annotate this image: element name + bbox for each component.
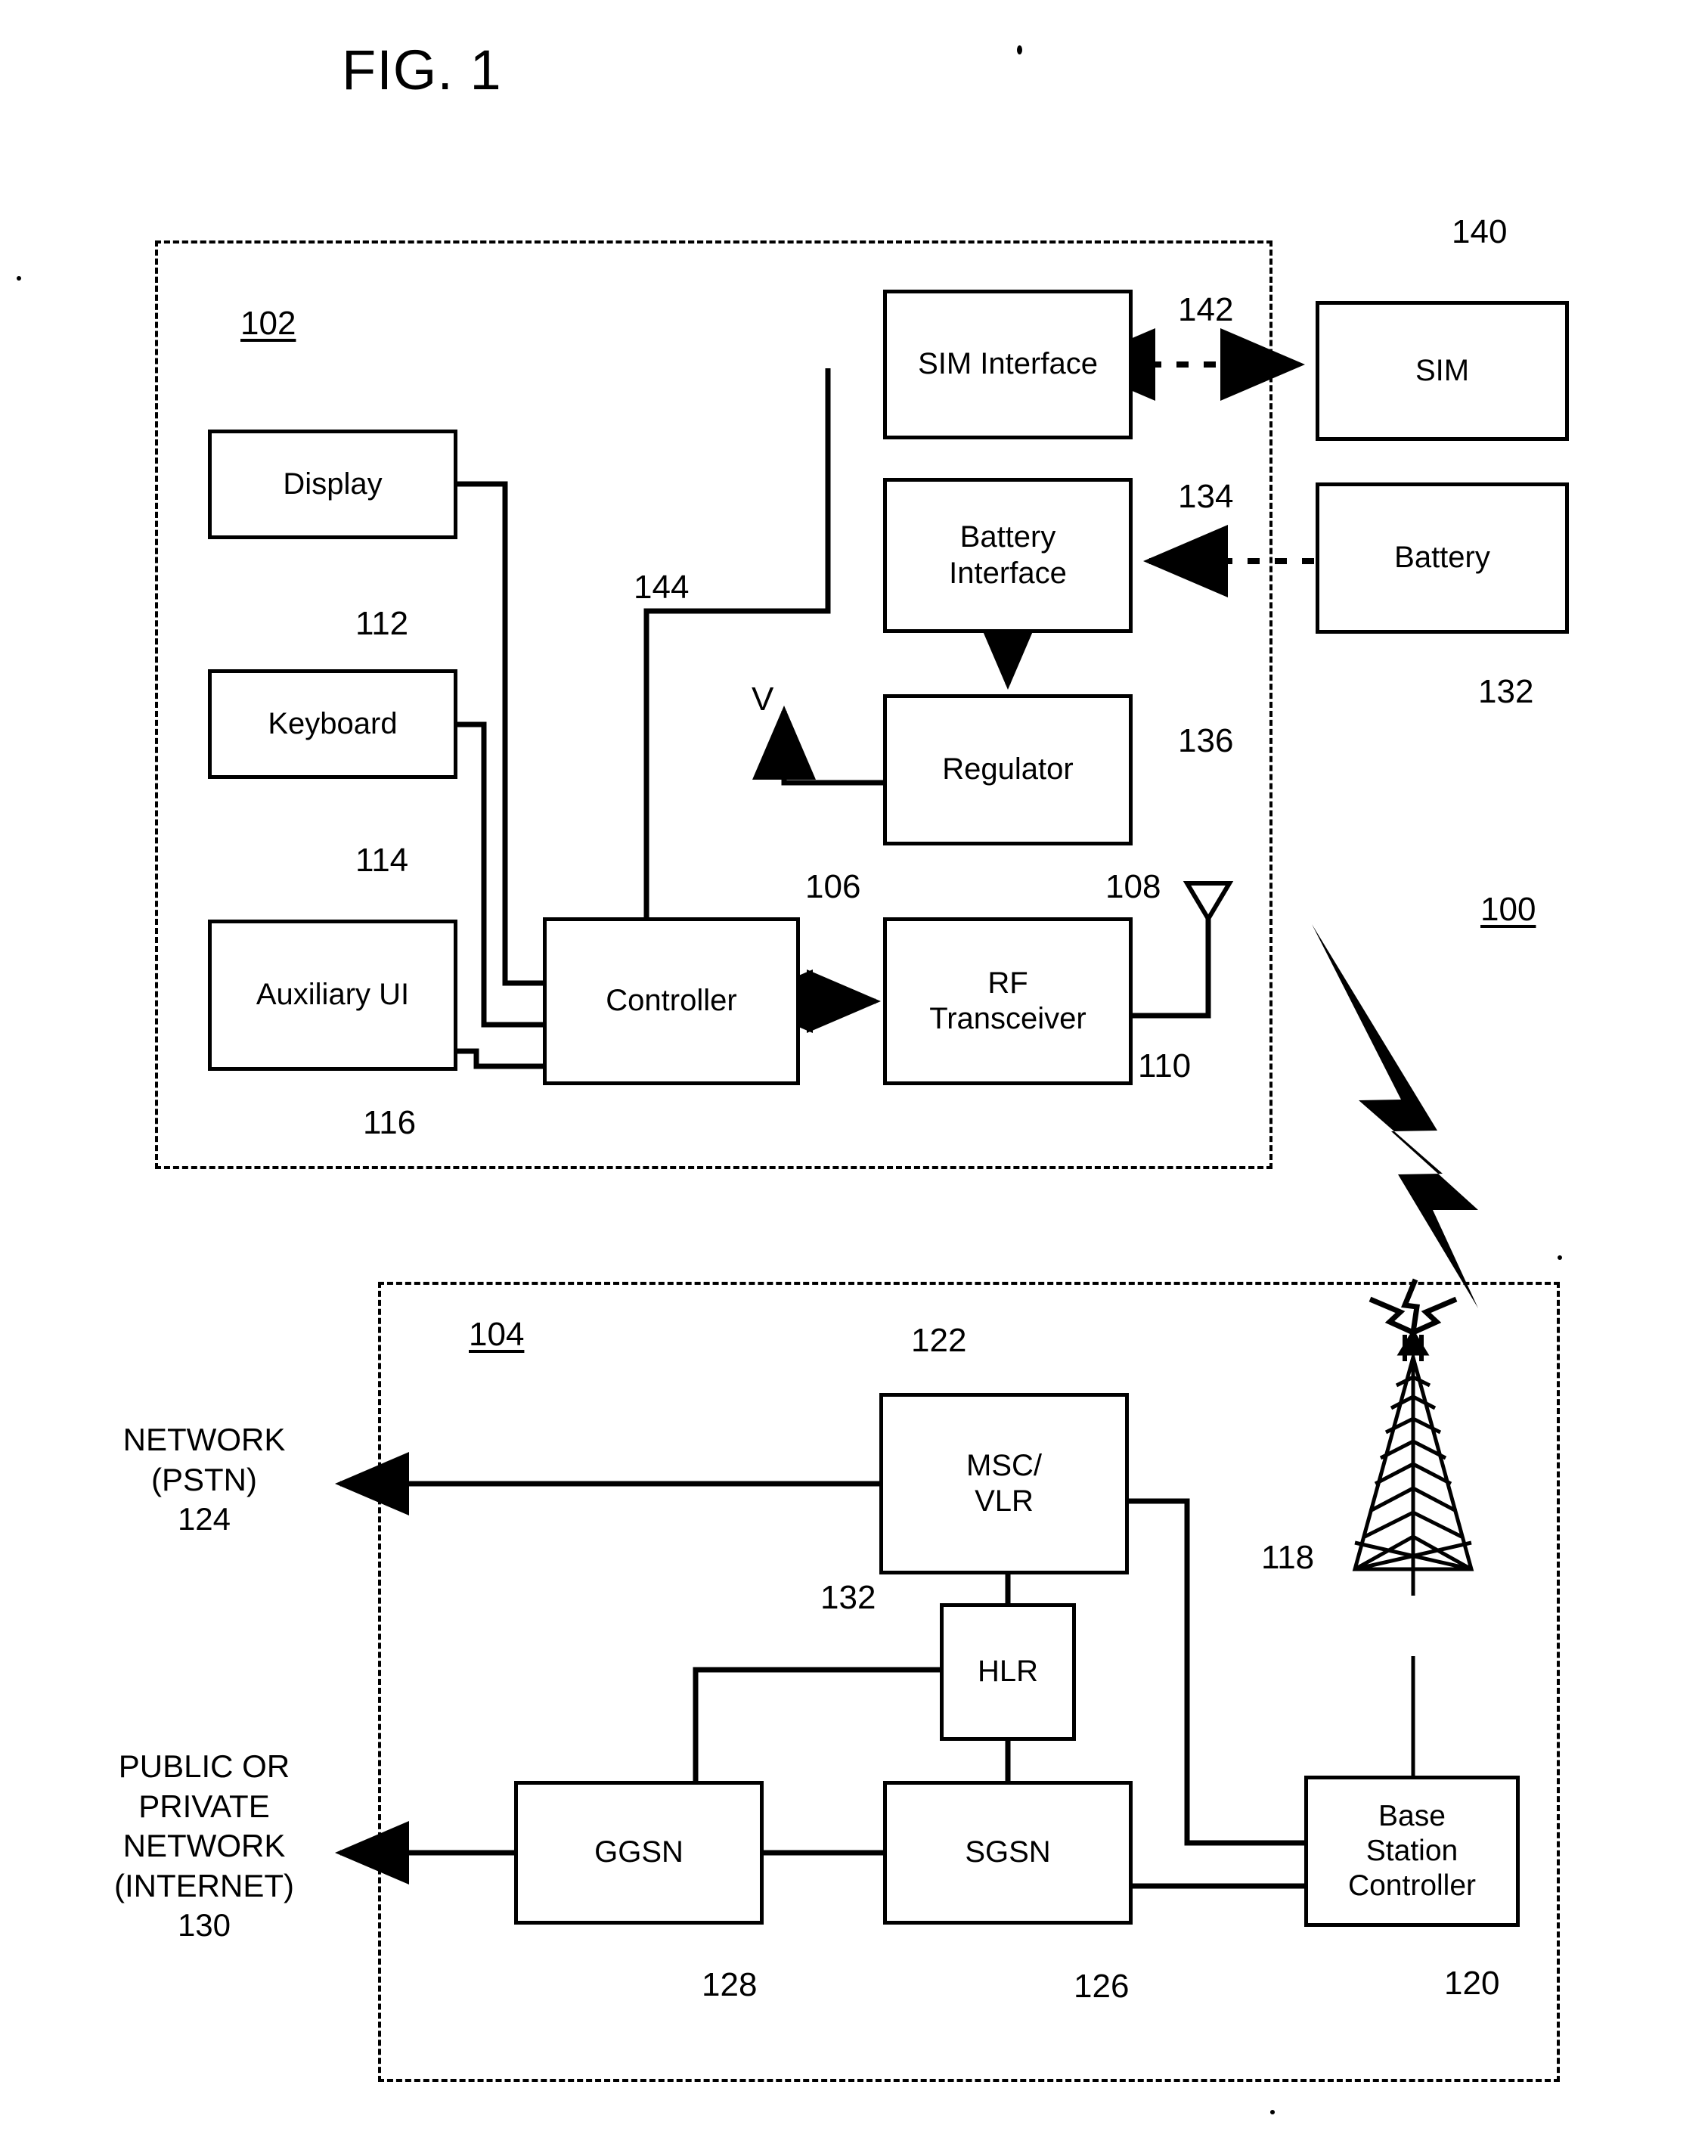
ref-120: 120 <box>1444 1965 1500 2002</box>
ref-100: 100 <box>1480 891 1536 928</box>
block-sim: SIM <box>1316 301 1569 441</box>
block-regulator: Regulator <box>883 694 1133 845</box>
block-ggsn: GGSN <box>514 1781 764 1925</box>
ref-106: 106 <box>805 868 861 905</box>
block-base-station-controller: Base Station Controller <box>1304 1776 1520 1927</box>
block-auxiliary-ui: Auxiliary UI <box>208 920 457 1071</box>
ref-144: 144 <box>634 569 690 606</box>
ref-136: 136 <box>1178 722 1234 759</box>
scan-speck <box>17 276 21 281</box>
block-msc-vlr: MSC/ VLR <box>879 1393 1129 1574</box>
ref-132-hlr: 132 <box>820 1579 876 1616</box>
block-keyboard: Keyboard <box>208 669 457 779</box>
ref-104: 104 <box>469 1316 525 1353</box>
ref-140: 140 <box>1452 213 1508 250</box>
block-hlr: HLR <box>940 1603 1076 1741</box>
block-controller: Controller <box>543 917 800 1085</box>
block-battery-interface: Battery Interface <box>883 478 1133 633</box>
figure-title: FIG. 1 <box>342 39 502 101</box>
block-sim-interface: SIM Interface <box>883 290 1133 439</box>
ref-126: 126 <box>1074 1968 1130 2005</box>
label-public-private-network: PUBLIC OR PRIVATE NETWORK (INTERNET) 130 <box>114 1748 294 1943</box>
ref-112: 112 <box>355 605 409 642</box>
ref-122: 122 <box>911 1322 967 1359</box>
voltage-label: V <box>752 681 774 718</box>
ref-142: 142 <box>1178 291 1234 328</box>
ref-132-battery: 132 <box>1478 673 1534 710</box>
scan-speck <box>1270 2110 1275 2114</box>
ref-110: 110 <box>1138 1047 1192 1084</box>
block-sgsn: SGSN <box>883 1781 1133 1925</box>
ref-108: 108 <box>1105 868 1161 905</box>
scan-speck <box>1558 1255 1562 1260</box>
ref-102: 102 <box>240 305 296 342</box>
scan-speck <box>1017 45 1022 54</box>
block-rf-transceiver: RF Transceiver <box>883 917 1133 1085</box>
patent-figure: FIG. 1 102 104 100 Display 112 Keyboard … <box>0 0 1708 2156</box>
label-network-pstn: NETWORK (PSTN) 124 <box>122 1422 286 1537</box>
rf-link-lightning-icon <box>1312 924 1478 1308</box>
ref-134: 134 <box>1178 478 1234 515</box>
ref-128: 128 <box>702 1966 758 2003</box>
ref-118: 118 <box>1261 1539 1315 1576</box>
block-battery: Battery <box>1316 482 1569 634</box>
ref-116: 116 <box>363 1104 417 1141</box>
ref-114: 114 <box>355 842 409 879</box>
block-display: Display <box>208 430 457 539</box>
